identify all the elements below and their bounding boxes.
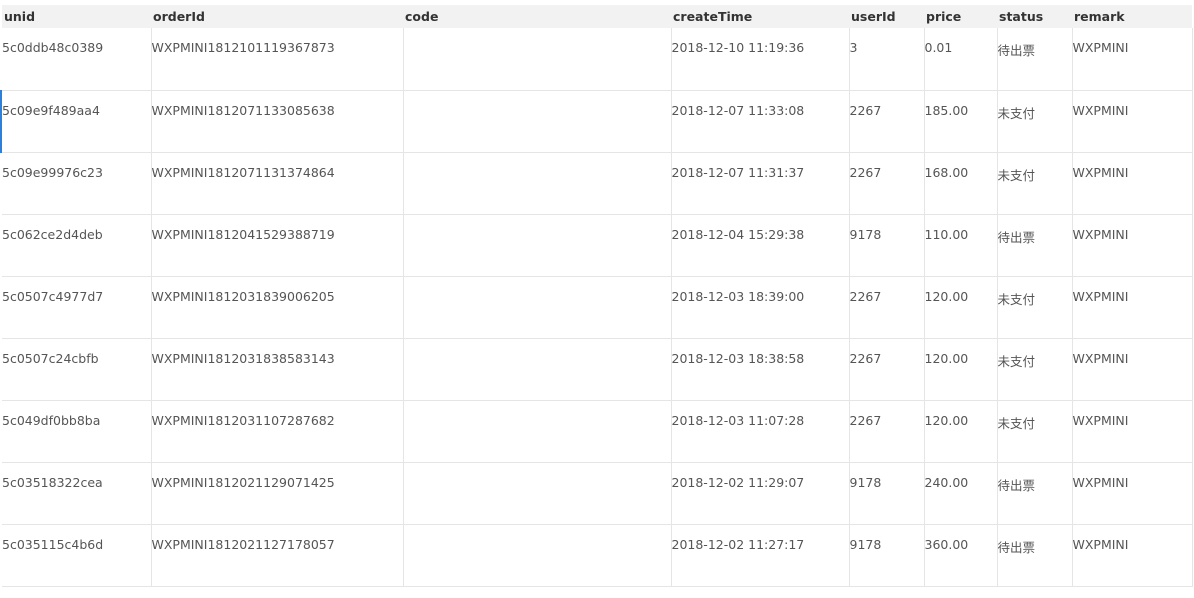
cell-code[interactable] bbox=[402, 338, 671, 401]
cell-price[interactable]: 120.00 bbox=[923, 400, 997, 463]
table-row[interactable]: 5c09e9f489aa4 WXPMINI1812071133085638 2018… bbox=[2, 90, 1193, 153]
cell-orderid[interactable]: WXPMINI1812041529388719 bbox=[150, 214, 403, 277]
table-body: 5c0ddb48c0389 WXPMINI1812101119367873 2018… bbox=[2, 28, 1193, 587]
cell-orderid[interactable]: WXPMINI1812071131374864 bbox=[150, 152, 403, 215]
table-row[interactable]: 5c0507c4977d7 WXPMINI1812031839006205 2018… bbox=[2, 276, 1193, 339]
cell-orderid[interactable]: WXPMINI1812101119367873 bbox=[150, 28, 403, 91]
cell-status[interactable]: 待出票 bbox=[996, 214, 1072, 277]
cell-code[interactable] bbox=[402, 214, 671, 277]
orders-table: unid orderId code createTime userId pric… bbox=[2, 5, 1193, 587]
cell-unid[interactable]: 5c03518322cea bbox=[2, 462, 151, 525]
cell-remark[interactable]: WXPMINI bbox=[1071, 276, 1193, 339]
cell-remark[interactable]: WXPMINI bbox=[1071, 90, 1193, 153]
column-header-unid[interactable]: unid bbox=[2, 5, 151, 28]
cell-remark[interactable]: WXPMINI bbox=[1071, 462, 1193, 525]
cell-unid[interactable]: 5c049df0bb8ba bbox=[2, 400, 151, 463]
table-row[interactable]: 5c049df0bb8ba WXPMINI1812031107287682 2018… bbox=[2, 400, 1193, 463]
cell-price[interactable]: 120.00 bbox=[923, 276, 997, 339]
column-header-status[interactable]: status bbox=[997, 5, 1072, 28]
column-header-orderid[interactable]: orderId bbox=[151, 5, 403, 28]
cell-code[interactable] bbox=[402, 400, 671, 463]
cell-orderid[interactable]: WXPMINI1812021127178057 bbox=[150, 524, 403, 587]
cell-createtime[interactable]: 2018-12-07 11:33:08 bbox=[670, 90, 849, 153]
cell-remark[interactable]: WXPMINI bbox=[1071, 152, 1193, 215]
column-header-remark[interactable]: remark bbox=[1072, 5, 1192, 28]
table-row[interactable]: 5c03518322cea WXPMINI1812021129071425 2018… bbox=[2, 462, 1193, 525]
cell-remark[interactable]: WXPMINI bbox=[1071, 338, 1193, 401]
cell-price[interactable]: 240.00 bbox=[923, 462, 997, 525]
cell-createtime[interactable]: 2018-12-10 11:19:36 bbox=[670, 28, 849, 91]
column-header-userid[interactable]: userId bbox=[849, 5, 924, 28]
cell-userid[interactable]: 2267 bbox=[848, 400, 924, 463]
table-row[interactable]: 5c0507c24cbfb WXPMINI1812031838583143 2018… bbox=[2, 338, 1193, 401]
table-row[interactable]: 5c062ce2d4deb WXPMINI1812041529388719 2018… bbox=[2, 214, 1193, 277]
cell-code[interactable] bbox=[402, 524, 671, 587]
cell-userid[interactable]: 3 bbox=[848, 28, 924, 91]
column-header-code[interactable]: code bbox=[403, 5, 671, 28]
cell-status[interactable]: 待出票 bbox=[996, 524, 1072, 587]
cell-code[interactable] bbox=[402, 276, 671, 339]
cell-unid[interactable]: 5c0507c24cbfb bbox=[2, 338, 151, 401]
cell-code[interactable] bbox=[402, 90, 671, 153]
cell-unid[interactable]: 5c0ddb48c0389 bbox=[2, 28, 151, 91]
cell-status[interactable]: 未支付 bbox=[996, 90, 1072, 153]
cell-status[interactable]: 未支付 bbox=[996, 338, 1072, 401]
cell-remark[interactable]: WXPMINI bbox=[1071, 214, 1193, 277]
cell-code[interactable] bbox=[402, 152, 671, 215]
cell-userid[interactable]: 9178 bbox=[848, 524, 924, 587]
cell-orderid[interactable]: WXPMINI1812071133085638 bbox=[150, 90, 403, 153]
cell-status[interactable]: 未支付 bbox=[996, 400, 1072, 463]
cell-unid[interactable]: 5c0507c4977d7 bbox=[2, 276, 151, 339]
cell-createtime[interactable]: 2018-12-03 11:07:28 bbox=[670, 400, 849, 463]
cell-createtime[interactable]: 2018-12-04 15:29:38 bbox=[670, 214, 849, 277]
cell-remark[interactable]: WXPMINI bbox=[1071, 524, 1193, 587]
cell-remark[interactable]: WXPMINI bbox=[1071, 400, 1193, 463]
cell-orderid[interactable]: WXPMINI1812031107287682 bbox=[150, 400, 403, 463]
cell-createtime[interactable]: 2018-12-02 11:27:17 bbox=[670, 524, 849, 587]
cell-status[interactable]: 待出票 bbox=[996, 462, 1072, 525]
cell-price[interactable]: 360.00 bbox=[923, 524, 997, 587]
table-row[interactable]: 5c0ddb48c0389 WXPMINI1812101119367873 2018… bbox=[2, 28, 1193, 91]
cell-orderid[interactable]: WXPMINI1812021129071425 bbox=[150, 462, 403, 525]
table-row[interactable]: 5c035115c4b6d WXPMINI1812021127178057 2018… bbox=[2, 524, 1193, 587]
cell-orderid[interactable]: WXPMINI1812031838583143 bbox=[150, 338, 403, 401]
cell-price[interactable]: 168.00 bbox=[923, 152, 997, 215]
cell-price[interactable]: 110.00 bbox=[923, 214, 997, 277]
cell-userid[interactable]: 2267 bbox=[848, 276, 924, 339]
cell-price[interactable]: 0.01 bbox=[923, 28, 997, 91]
cell-orderid[interactable]: WXPMINI1812031839006205 bbox=[150, 276, 403, 339]
table-row[interactable]: 5c09e99976c23 WXPMINI1812071131374864 2018… bbox=[2, 152, 1193, 215]
cell-price[interactable]: 185.00 bbox=[923, 90, 997, 153]
cell-userid[interactable]: 2267 bbox=[848, 338, 924, 401]
cell-status[interactable]: 未支付 bbox=[996, 152, 1072, 215]
cell-unid[interactable]: 5c09e9f489aa4 bbox=[2, 90, 151, 153]
cell-unid[interactable]: 5c062ce2d4deb bbox=[2, 214, 151, 277]
cell-createtime[interactable]: 2018-12-03 18:38:58 bbox=[670, 338, 849, 401]
cell-status[interactable]: 未支付 bbox=[996, 276, 1072, 339]
cell-createtime[interactable]: 2018-12-02 11:29:07 bbox=[670, 462, 849, 525]
cell-userid[interactable]: 2267 bbox=[848, 90, 924, 153]
cell-unid[interactable]: 5c035115c4b6d bbox=[2, 524, 151, 587]
table-header-row: unid orderId code createTime userId pric… bbox=[2, 5, 1192, 28]
cell-code[interactable] bbox=[402, 28, 671, 91]
cell-createtime[interactable]: 2018-12-03 18:39:00 bbox=[670, 276, 849, 339]
cell-code[interactable] bbox=[402, 462, 671, 525]
cell-userid[interactable]: 9178 bbox=[848, 214, 924, 277]
cell-status[interactable]: 待出票 bbox=[996, 28, 1072, 91]
cell-userid[interactable]: 9178 bbox=[848, 462, 924, 525]
cell-createtime[interactable]: 2018-12-07 11:31:37 bbox=[670, 152, 849, 215]
cell-remark[interactable]: WXPMINI bbox=[1071, 28, 1193, 91]
cell-price[interactable]: 120.00 bbox=[923, 338, 997, 401]
cell-unid[interactable]: 5c09e99976c23 bbox=[2, 152, 151, 215]
column-header-price[interactable]: price bbox=[924, 5, 997, 28]
cell-userid[interactable]: 2267 bbox=[848, 152, 924, 215]
column-header-createtime[interactable]: createTime bbox=[671, 5, 849, 28]
